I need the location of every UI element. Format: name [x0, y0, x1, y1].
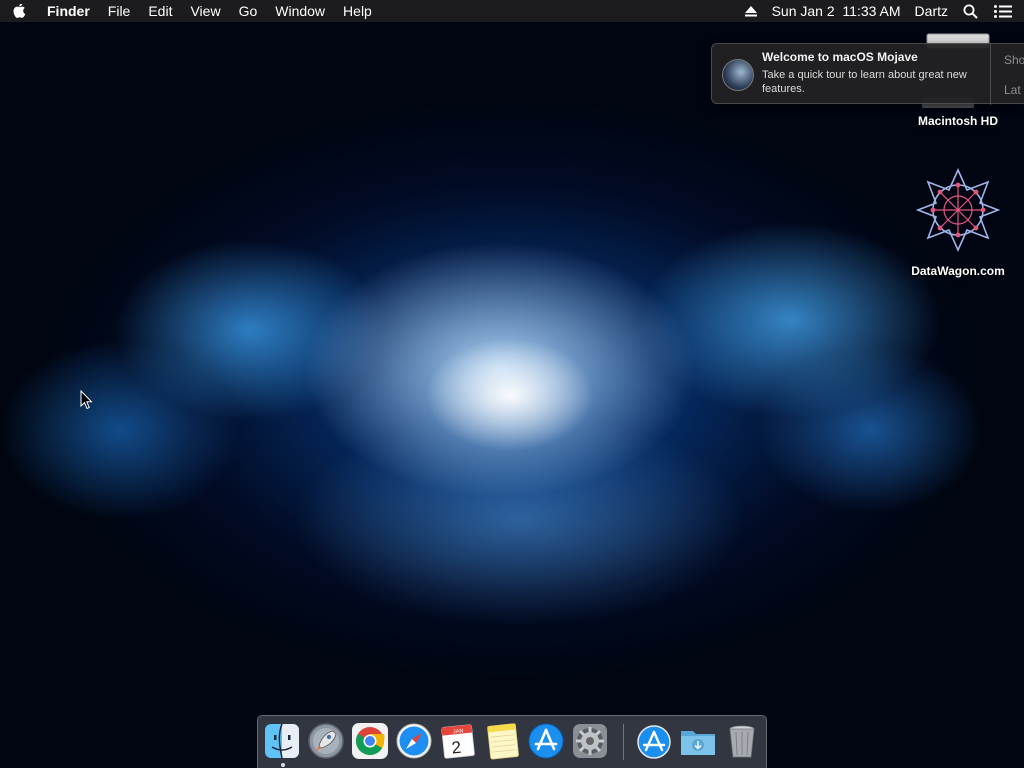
dock-safari[interactable]: [395, 722, 433, 760]
notification-show-button[interactable]: Sho: [1004, 53, 1024, 67]
menu-go[interactable]: Go: [230, 0, 267, 22]
chrome-icon: [352, 723, 388, 759]
app-store-icon: [528, 723, 564, 759]
trash-icon: [729, 725, 755, 758]
apple-icon: [13, 3, 25, 18]
rocket-icon: [308, 723, 344, 759]
menu-help[interactable]: Help: [334, 0, 381, 22]
calendar-day: 2: [451, 738, 462, 758]
clock[interactable]: Sun Jan 2 11:33 AM: [765, 0, 908, 22]
notification-center-icon: [994, 4, 1012, 18]
menu-bar: Finder File Edit View Go Window Help Sun…: [0, 0, 1024, 22]
finder-icon: [265, 723, 299, 759]
dock-downloads[interactable]: [679, 722, 717, 760]
desktop-icon-label: Macintosh HD: [917, 114, 998, 128]
spotlight-icon: [963, 4, 978, 19]
dock-applications-stack[interactable]: [635, 722, 673, 760]
dock-trash[interactable]: [723, 722, 761, 760]
app-store-icon: [637, 725, 671, 759]
mouse-cursor-icon: [80, 390, 93, 410]
calendar-month: JAN: [453, 728, 464, 735]
dock-finder[interactable]: [263, 722, 301, 760]
datawagon-logo-icon: [916, 168, 1000, 252]
notification-body: Take a quick tour to learn about great n…: [762, 69, 967, 95]
downloads-folder-icon: [681, 731, 715, 755]
gear-icon: [573, 724, 607, 758]
notification-later-button[interactable]: Lat: [1004, 83, 1021, 97]
dock-notes[interactable]: [483, 722, 521, 760]
dock-calendar[interactable]: JAN 2: [439, 722, 477, 760]
apple-menu[interactable]: [0, 3, 38, 19]
notes-icon: [487, 723, 519, 760]
user-menu[interactable]: Dartz: [908, 0, 955, 22]
desktop-icon-datawagon[interactable]: DataWagon.com: [908, 168, 1008, 278]
spotlight-button[interactable]: [955, 0, 986, 22]
dock-app-store[interactable]: [527, 722, 565, 760]
notification-title: Welcome to macOS Mojave: [762, 50, 918, 64]
dock-launchpad[interactable]: [307, 722, 345, 760]
safari-icon: [396, 723, 432, 759]
calendar-icon: JAN 2: [441, 724, 475, 759]
mojave-icon: [722, 59, 754, 91]
notification-center-button[interactable]: [986, 0, 1024, 22]
notification-divider: [990, 44, 991, 105]
dock-chrome[interactable]: [351, 722, 389, 760]
desktop-icon-label: DataWagon.com: [911, 264, 1005, 278]
menu-window[interactable]: Window: [266, 0, 334, 22]
dock-system-preferences[interactable]: [571, 722, 609, 760]
menu-finder[interactable]: Finder: [38, 0, 99, 22]
dock: JAN 2: [257, 715, 767, 768]
eject-icon: [744, 5, 757, 16]
running-indicator: [281, 763, 285, 767]
dock-separator: [623, 724, 624, 760]
notification-banner[interactable]: Welcome to macOS Mojave Take a quick tou…: [711, 43, 1024, 105]
menu-file[interactable]: File: [99, 0, 140, 22]
eject-menu[interactable]: [737, 0, 765, 22]
menu-view[interactable]: View: [181, 0, 229, 22]
menu-edit[interactable]: Edit: [139, 0, 181, 22]
